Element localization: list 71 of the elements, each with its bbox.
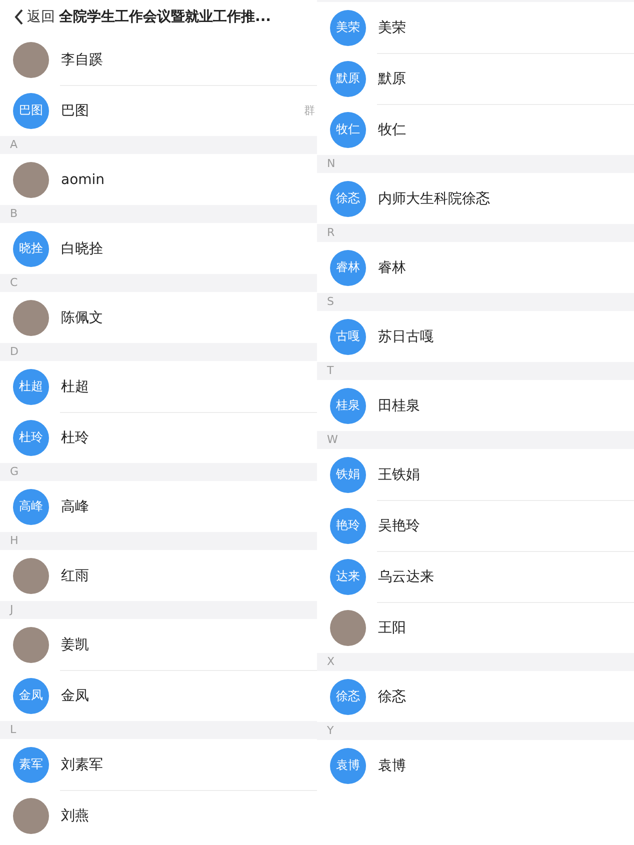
photo-placeholder [13,626,49,662]
photo-placeholder [13,300,49,336]
contact-name[interactable]: 刘燕 [61,806,317,824]
contact-avatar: 达来 [330,558,366,594]
contact-name[interactable]: 李自蹊 [61,50,317,68]
contact-avatar: 牧仁 [330,112,366,148]
chevron-left-icon [14,9,24,25]
chat-title: 全院学生工作会议暨就业工作推... [59,8,271,26]
section-letter: W [317,431,634,449]
contact-name[interactable]: 王铁娟 [378,466,634,484]
contact-avatar: 徐忞 [330,180,366,216]
section-letter: D [0,343,317,361]
contact-name[interactable]: 内师大生科院徐忞 [378,190,634,208]
photo-placeholder [330,610,366,646]
section-letter: T [317,362,634,380]
contact-name[interactable]: 王阳 [378,618,634,636]
section-letter: H [0,532,317,550]
contact-avatar: 巴图 [13,92,49,128]
contact-name[interactable]: 默原 [378,70,634,88]
contact-name[interactable]: 苏日古嘎 [378,328,634,346]
contact-avatar: 杜超 [13,368,49,404]
contact-avatar: 桂泉 [330,388,366,424]
contact-name[interactable]: 徐忞 [378,688,634,706]
photo-placeholder [13,162,49,198]
contact-avatar: 袁博 [330,748,366,784]
photo-placeholder [13,558,49,594]
contact-avatar: 艳玲 [330,508,366,544]
contact-name[interactable]: 美荣 [378,18,634,36]
section-letter: A [0,136,317,154]
contact-name[interactable]: 乌云达来 [378,568,634,586]
contact-avatar: 默原 [330,60,366,96]
contact-name[interactable]: 高峰 [61,498,317,516]
contact-avatar: 铁娟 [330,456,366,492]
contact-name[interactable]: 巴图 [61,102,304,120]
contact-name[interactable]: 红雨 [61,566,317,584]
contact-name[interactable]: aomin [61,172,317,188]
section-letter: C [0,274,317,292]
contact-name[interactable]: 陈佩文 [61,308,317,326]
section-letter: Y [317,722,634,740]
section-letter: B [0,205,317,223]
contact-name[interactable]: 睿林 [378,258,634,276]
contact-name[interactable]: 田桂泉 [378,396,634,414]
section-letter: L [0,721,317,739]
contact-name[interactable]: 刘素军 [61,756,317,774]
contact-avatar: 高峰 [13,488,49,524]
contact-avatar: 美荣 [330,10,366,46]
contact-name[interactable]: 吴艳玲 [378,516,634,534]
side-label: 群 [304,103,315,118]
section-letter: S [317,293,634,311]
section-letter: J [0,601,317,619]
contact-avatar: 金凤 [13,678,49,714]
photo-placeholder [13,42,49,78]
section-letter: X [317,653,634,671]
contact-avatar: 古嘎 [330,318,366,354]
contact-name[interactable]: 白晓拴 [61,240,317,258]
contact-name[interactable]: 金凤 [61,686,317,704]
section-letter: G [0,463,317,481]
contact-avatar: 杜玲 [13,420,49,456]
section-letter: N [317,155,634,173]
contact-avatar: 睿林 [330,250,366,286]
contact-avatar: 徐忞 [330,678,366,714]
contact-name[interactable]: 袁博 [378,756,634,774]
contact-name[interactable]: 杜超 [61,378,317,396]
photo-placeholder [13,798,49,834]
contact-avatar: 晓拴 [13,230,49,266]
contact-avatar: 素军 [13,746,49,782]
section-letter: R [317,224,634,242]
contact-name[interactable]: 杜玲 [61,428,317,446]
contact-name[interactable]: 牧仁 [378,120,634,138]
back-button[interactable]: 返回 [14,8,55,26]
contact-name[interactable]: 姜凯 [61,636,317,654]
